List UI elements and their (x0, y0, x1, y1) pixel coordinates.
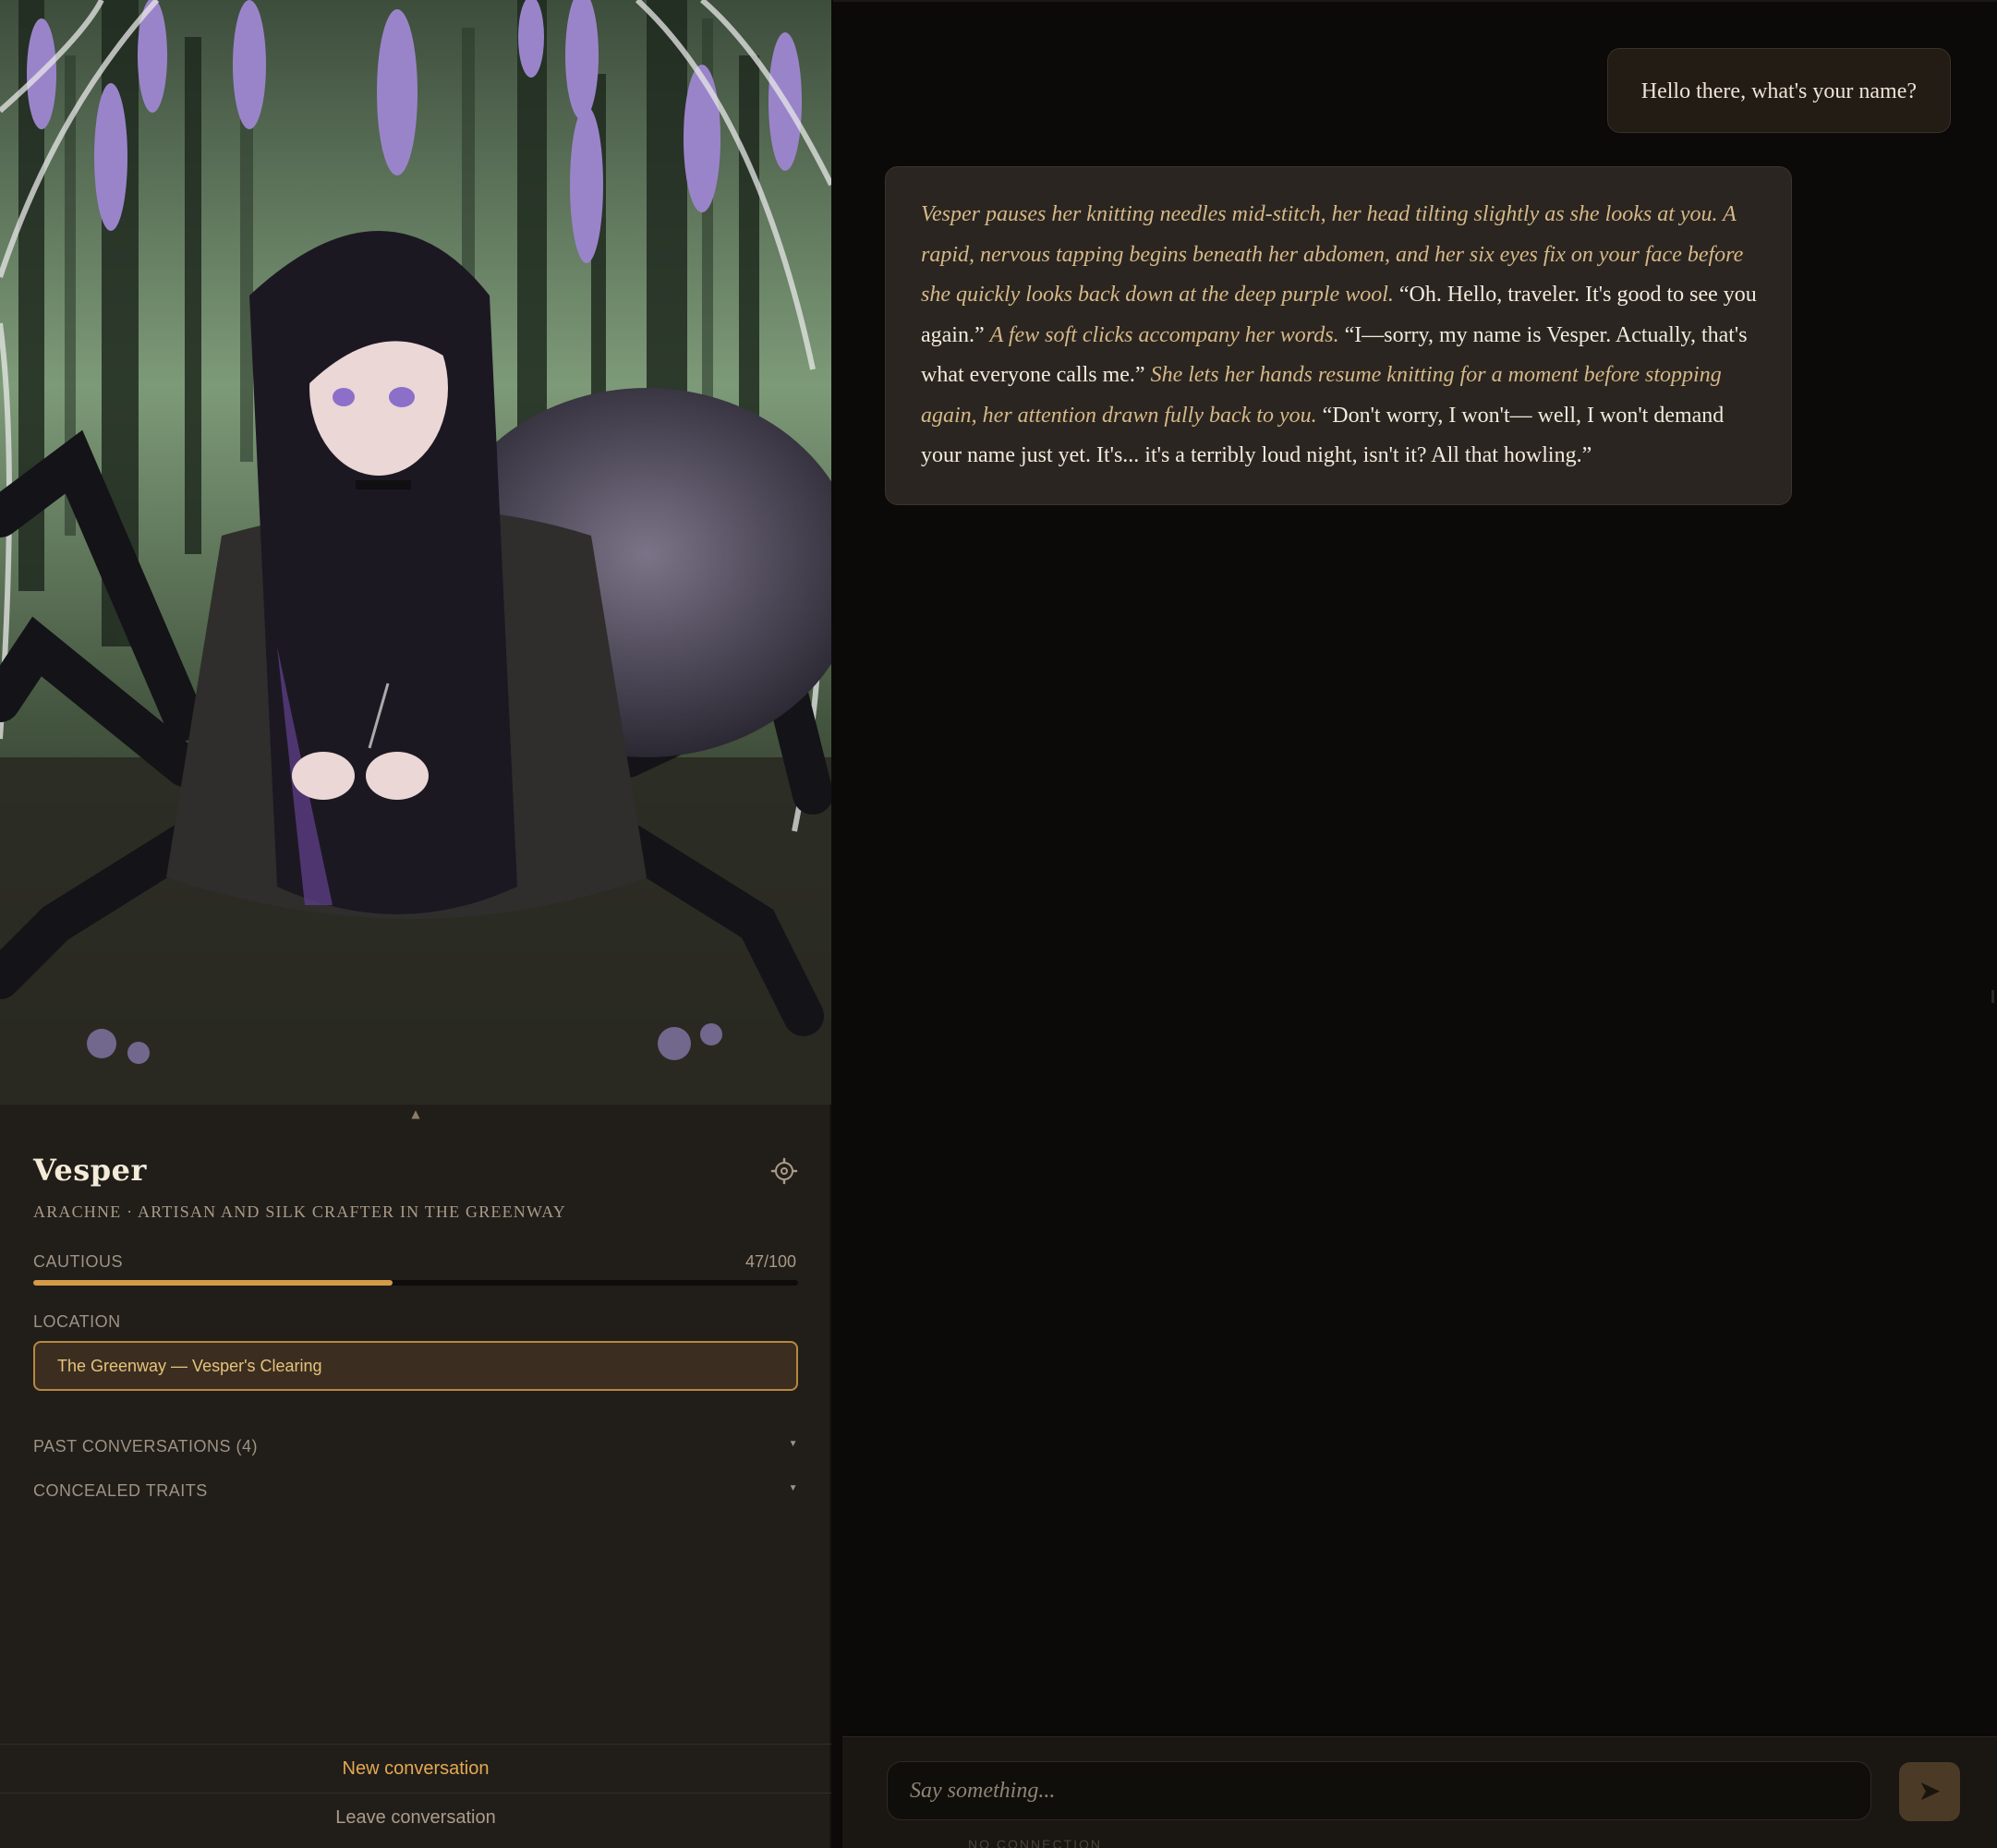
mood-label: CAUTIOUS (33, 1252, 124, 1271)
portrait-illustration (0, 0, 831, 1104)
scrollbar-marker (1991, 990, 1994, 1003)
mood-bar (33, 1280, 798, 1286)
character-subtitle: ARACHNE · ARTISAN AND SILK CRAFTER IN TH… (33, 1202, 566, 1221)
settings-button[interactable] (770, 1157, 798, 1185)
chat-area: Hello there, what's your name? Vesper pa… (833, 0, 1997, 1848)
character-name: Vesper (33, 1153, 147, 1188)
leave-conversation-button[interactable]: Leave conversation (0, 1793, 831, 1841)
mood-bar-fill (33, 1280, 393, 1286)
chevron-down-icon: ▼ (788, 1439, 798, 1449)
new-conversation-button[interactable]: New conversation (0, 1744, 831, 1792)
message-input[interactable] (887, 1761, 1871, 1820)
user-message: Hello there, what's your name? (1606, 48, 1951, 133)
connection-status: NO CONNECTION (968, 1837, 1102, 1848)
location-label: LOCATION (33, 1312, 121, 1331)
mood-value: 47/100 (744, 1252, 796, 1271)
character-portrait (0, 0, 831, 1104)
collapse-handle[interactable]: ▲ (0, 1104, 831, 1133)
message-composer: ➤ NO CONNECTION (842, 1736, 1997, 1848)
conversation-actions: New conversation Leave conversation (0, 1744, 831, 1848)
message-action-text: A few soft clicks accompany her words. (989, 322, 1339, 347)
chevron-down-icon: ▼ (788, 1483, 798, 1493)
past-conversations-label: PAST CONVERSATIONS (4) (33, 1437, 259, 1455)
character-message: Vesper pauses her knitting needles mid-s… (885, 166, 1792, 505)
past-conversations-toggle[interactable]: PAST CONVERSATIONS (4) ▼ (33, 1437, 798, 1465)
send-button[interactable]: ➤ (1899, 1762, 1960, 1821)
character-panel: ▲ Vesper ARACHNE · ARTISAN AND SILK CRAF… (0, 0, 831, 1848)
concealed-traits-label: CONCEALED TRAITS (33, 1481, 208, 1500)
send-arrow-icon: ➤ (1918, 1776, 1942, 1806)
concealed-traits-toggle[interactable]: CONCEALED TRAITS ▼ (33, 1481, 798, 1509)
gear-icon (770, 1157, 798, 1185)
location-field[interactable]: The Greenway — Vesper's Clearing (33, 1341, 798, 1391)
